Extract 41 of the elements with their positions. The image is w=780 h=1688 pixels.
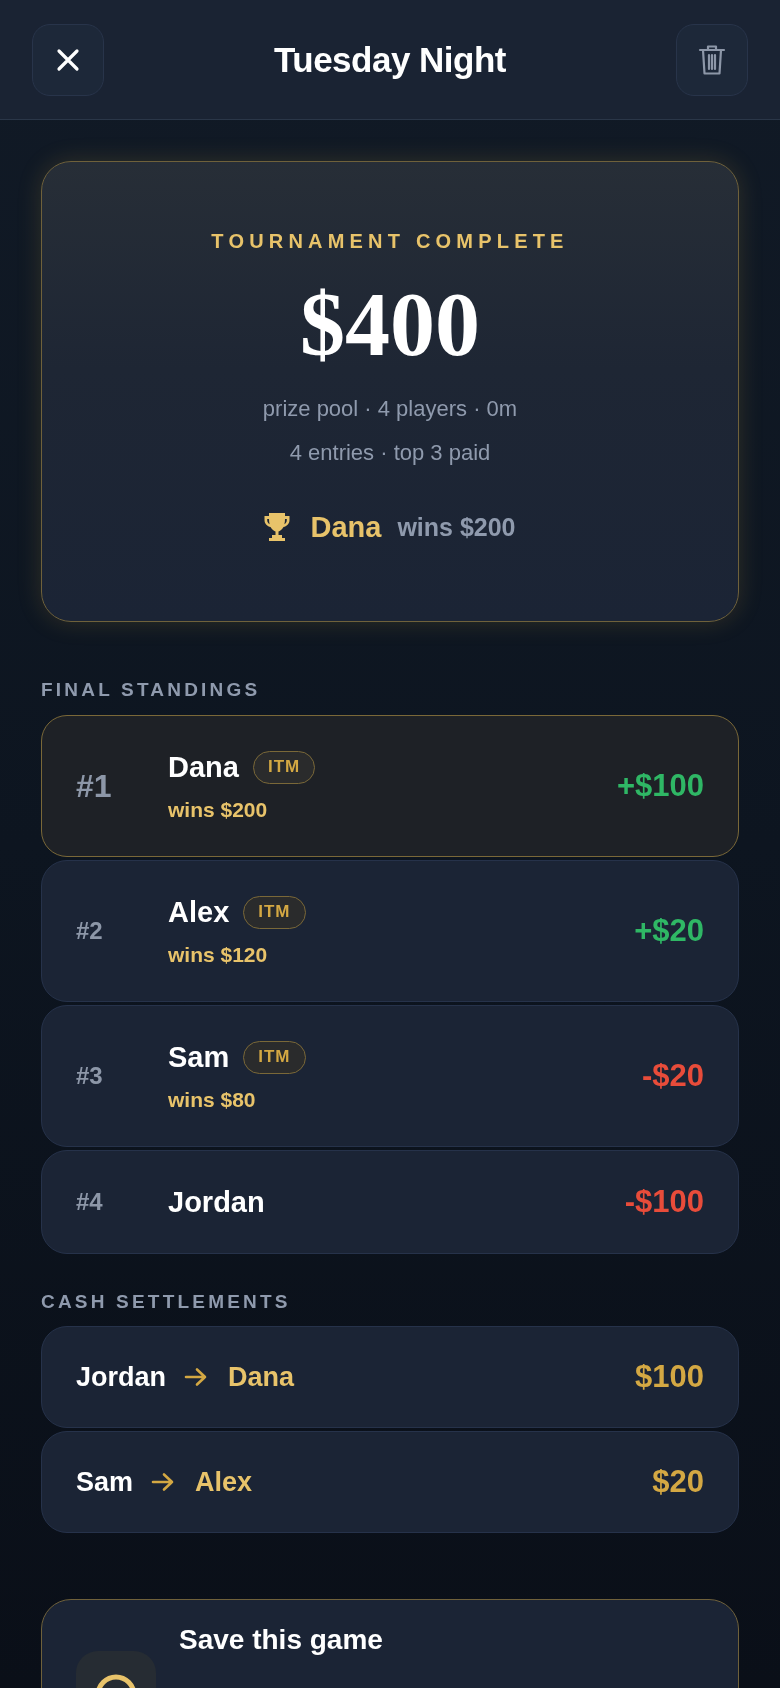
net-amount: +$100 [616,768,704,804]
section-heading: FINAL STANDINGS [41,678,262,702]
settlement-amount: $100 [635,1359,704,1395]
summary-detail: 4 entries · top 3 paid [289,439,491,467]
player-name: Dana [168,750,239,784]
delete-button[interactable] [676,23,748,96]
rank-number: #1 [76,767,112,805]
rank-number: #2 [76,917,103,945]
summary-detail: prize pool · 4 players · 0m [262,395,518,423]
player-name: Jordan [168,1185,265,1219]
close-button[interactable] [32,23,104,96]
player-name: Alex [168,895,230,929]
close-icon [56,47,80,72]
trophy-icon [264,512,291,542]
winnings-text: wins $80 [168,1087,256,1113]
winnings-text: wins $200 [168,797,268,823]
payee-name: Alex [195,1466,253,1499]
net-amount: -$20 [641,1058,704,1094]
page-title: Tuesday Night [273,39,506,80]
rank-number: #4 [76,1188,103,1216]
rank-number: #3 [76,1062,103,1090]
winner-name: Dana [310,510,382,544]
net-amount: -$100 [624,1184,704,1220]
winnings-text: wins $120 [168,942,268,968]
trash-icon [698,43,726,76]
arrow-right-icon [184,1367,209,1387]
player-name: Sam [168,1040,230,1074]
payer-name: Jordan [76,1361,167,1394]
payee-name: Dana [228,1361,295,1394]
itm-badge: ITM [243,1040,306,1074]
section-heading: CASH SETTLEMENTS [41,1290,292,1314]
itm-badge: ITM [243,895,306,929]
save-card-title: Save this game [179,1623,383,1657]
status-label: TOURNAMENT COMPLETE [211,229,569,253]
arrow-right-icon [151,1472,176,1492]
settlement-amount: $20 [652,1464,704,1500]
net-amount: +$20 [634,913,704,949]
payer-name: Sam [76,1466,134,1499]
itm-badge: ITM [252,750,316,784]
winner-prize: wins $200 [397,512,516,542]
prize-pool-amount: $400 [300,275,480,375]
